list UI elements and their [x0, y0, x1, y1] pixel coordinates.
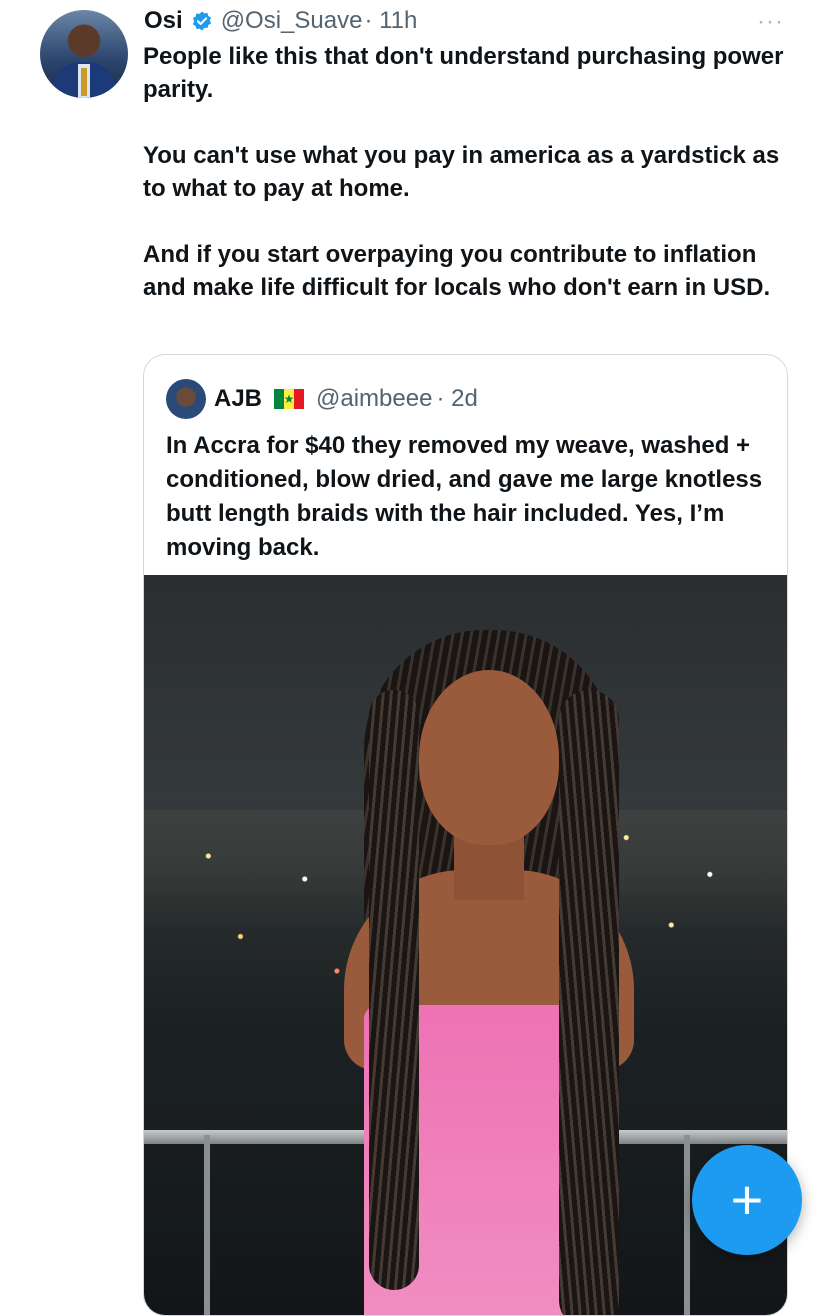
compose-tweet-button[interactable]: +	[692, 1145, 802, 1255]
quoted-tweet-photo[interactable]	[144, 575, 787, 1315]
quoted-tweet-text: In Accra for $40 they removed my weave, …	[166, 432, 763, 561]
woman-with-braids	[324, 630, 654, 1315]
plus-icon: +	[730, 1168, 764, 1231]
quoted-tweet-timestamp[interactable]: · 2d	[436, 385, 477, 413]
quoted-tweet-card[interactable]: AJB ★ @aimbeee · 2d In Accra for $40 the…	[143, 354, 788, 1316]
tweet-timestamp[interactable]: · 11h	[364, 7, 417, 35]
quoted-tweet-header: AJB ★ @aimbeee · 2d	[166, 379, 478, 419]
senegal-flag-icon: ★	[274, 389, 305, 409]
tweet-text: People like this that don't understand p…	[143, 40, 803, 337]
quoted-author-avatar[interactable]	[166, 379, 206, 419]
author-handle[interactable]: @Osi_Suave	[221, 7, 363, 35]
tweet-header: Osi @Osi_Suave · 11h	[144, 4, 417, 38]
verified-badge-icon	[192, 11, 211, 31]
more-options-icon[interactable]: ···	[757, 8, 784, 36]
author-avatar[interactable]	[40, 10, 128, 98]
quoted-author-name[interactable]: AJB	[214, 385, 262, 413]
quoted-author-handle[interactable]: @aimbeee	[316, 385, 432, 413]
tweet-paragraph: You can't use what you pay in america as…	[143, 142, 780, 202]
author-name[interactable]: Osi	[144, 7, 183, 35]
tweet-paragraph: And if you start overpaying you contribu…	[143, 241, 771, 301]
tweet-paragraph: People like this that don't understand p…	[143, 43, 784, 103]
